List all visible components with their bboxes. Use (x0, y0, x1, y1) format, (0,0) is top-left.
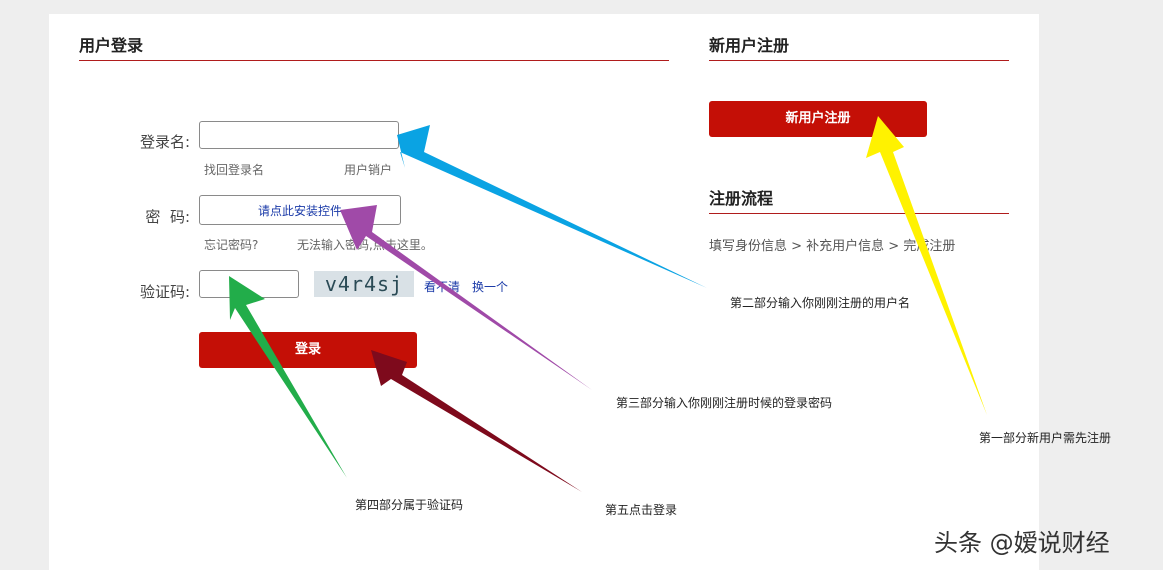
process-steps: 填写身份信息 > 补充用户信息 > 完成注册 (709, 239, 956, 254)
install-plugin-link[interactable]: 请点此安装控件 (200, 202, 400, 219)
captcha-input[interactable] (199, 270, 299, 298)
password-field[interactable]: 请点此安装控件 (199, 195, 401, 225)
register-button[interactable]: 新用户注册 (709, 101, 927, 137)
login-title-divider (79, 60, 669, 61)
annotation-part2: 第二部分输入你刚刚注册的用户名 (730, 296, 911, 310)
captcha-label: 验证码: (139, 283, 190, 301)
cannot-input-password-link[interactable]: 无法输入密码,点击这里。 (297, 236, 433, 253)
login-section-title: 用户登录 (79, 36, 144, 55)
forgot-password-link[interactable]: 忘记密码? (204, 236, 258, 253)
password-label: 密 码: (145, 208, 190, 226)
annotation-part4: 第四部分属于验证码 (355, 498, 464, 512)
annotation-part3: 第三部分输入你刚刚注册时候的登录密码 (616, 396, 833, 410)
captcha-refresh-link[interactable]: 换一个 (472, 278, 508, 295)
captcha-image: v4r4sj (314, 271, 414, 297)
captcha-unclear-link[interactable]: 看不清 (424, 278, 460, 295)
process-title-divider (709, 213, 1009, 214)
login-button[interactable]: 登录 (199, 332, 417, 368)
watermark: 头条 @嫒说财经 (934, 529, 1110, 557)
cancel-account-link[interactable]: 用户销户 (344, 161, 392, 178)
annotation-part1: 第一部分新用户需先注册 (979, 431, 1112, 445)
register-section-title: 新用户注册 (709, 36, 790, 55)
process-section-title: 注册流程 (709, 189, 774, 208)
register-title-divider (709, 60, 1009, 61)
username-label: 登录名: (139, 133, 190, 151)
annotation-part5: 第五点击登录 (605, 503, 678, 517)
main-card (49, 14, 1039, 570)
forgot-username-link[interactable]: 找回登录名 (204, 161, 264, 178)
username-input[interactable] (199, 121, 399, 149)
